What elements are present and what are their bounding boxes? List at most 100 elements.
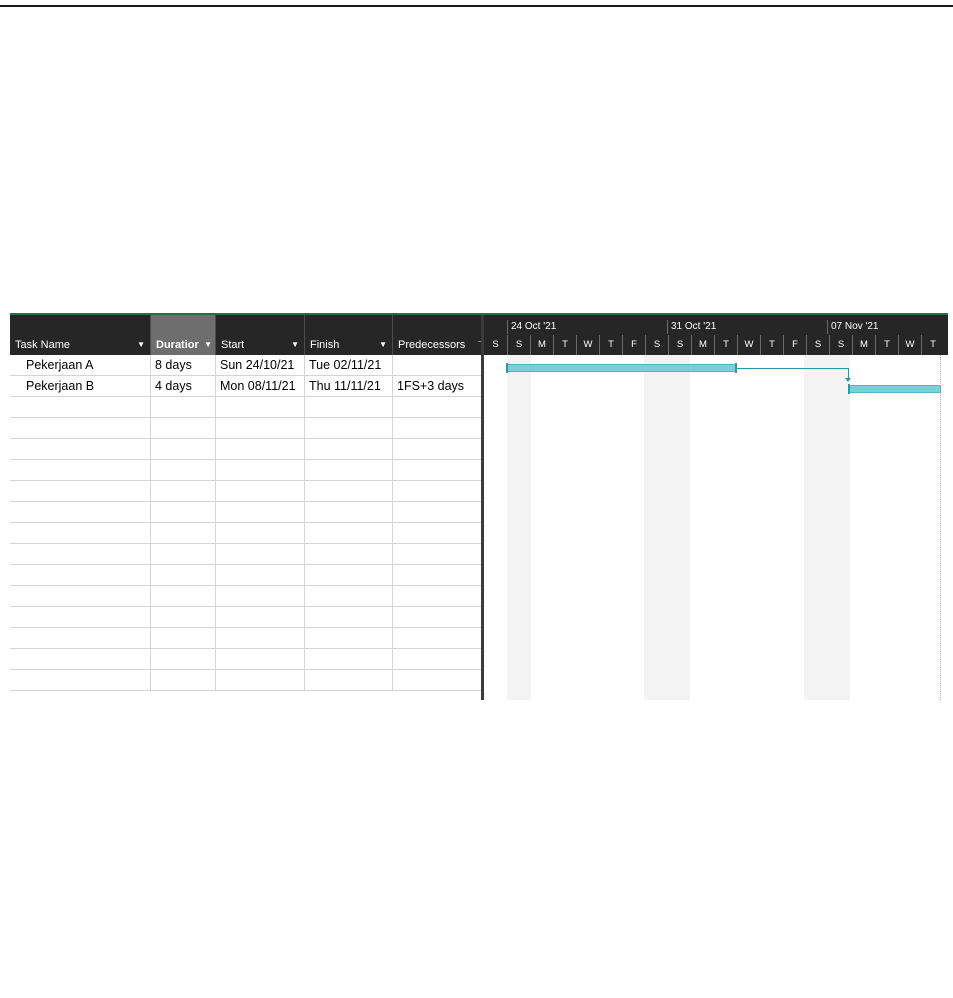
cell-start[interactable] xyxy=(216,481,305,501)
cell-duration[interactable]: 8 days xyxy=(151,355,216,375)
dependency-link[interactable] xyxy=(736,368,848,369)
table-row[interactable] xyxy=(10,670,481,691)
cell-finish[interactable] xyxy=(305,586,393,606)
cell-duration[interactable] xyxy=(151,670,216,690)
cell-start[interactable]: Sun 24/10/21 xyxy=(216,355,305,375)
cell-start[interactable] xyxy=(216,544,305,564)
cell-predecessors[interactable]: 1FS+3 days xyxy=(393,376,481,396)
cell-start[interactable] xyxy=(216,523,305,543)
cell-predecessors[interactable] xyxy=(393,355,481,375)
table-row[interactable]: Pekerjaan A8 days Sun 24/10/21 Tue 02/11/2… xyxy=(10,355,481,376)
cell-name[interactable] xyxy=(10,418,151,438)
cell-start[interactable] xyxy=(216,607,305,627)
cell-predecessors[interactable] xyxy=(393,481,481,501)
cell-name[interactable] xyxy=(10,607,151,627)
cell-duration[interactable] xyxy=(151,502,216,522)
cell-finish[interactable] xyxy=(305,397,393,417)
cell-finish[interactable] xyxy=(305,460,393,480)
table-row[interactable]: Pekerjaan B4 days Mon 08/11/21 Thu 11/11/2… xyxy=(10,376,481,397)
cell-start[interactable] xyxy=(216,439,305,459)
column-header-predecessors[interactable]: Predecessors xyxy=(393,315,481,355)
cell-finish[interactable]: Tue 02/11/21 xyxy=(305,355,393,375)
table-row[interactable] xyxy=(10,460,481,481)
table-row[interactable] xyxy=(10,502,481,523)
table-row[interactable] xyxy=(10,586,481,607)
cell-predecessors[interactable] xyxy=(393,439,481,459)
table-row[interactable] xyxy=(10,544,481,565)
task-bar-pekerjaan-b[interactable] xyxy=(849,385,941,393)
cell-name[interactable] xyxy=(10,628,151,648)
cell-duration[interactable] xyxy=(151,418,216,438)
cell-name[interactable]: Pekerjaan B xyxy=(10,376,151,396)
cell-finish[interactable] xyxy=(305,565,393,585)
table-row[interactable] xyxy=(10,523,481,544)
cell-duration[interactable] xyxy=(151,607,216,627)
cell-predecessors[interactable] xyxy=(393,586,481,606)
chevron-down-icon[interactable]: ▼ xyxy=(291,340,299,349)
table-row[interactable] xyxy=(10,439,481,460)
cell-duration[interactable]: 4 days xyxy=(151,376,216,396)
cell-finish[interactable] xyxy=(305,544,393,564)
cell-start[interactable] xyxy=(216,502,305,522)
cell-duration[interactable] xyxy=(151,460,216,480)
cell-predecessors[interactable] xyxy=(393,670,481,690)
cell-duration[interactable] xyxy=(151,565,216,585)
cell-predecessors[interactable] xyxy=(393,523,481,543)
cell-finish[interactable] xyxy=(305,502,393,522)
column-header-duration[interactable]: Duratior ▼ xyxy=(151,315,216,355)
cell-finish[interactable]: Thu 11/11/21 xyxy=(305,376,393,396)
cell-name[interactable]: Pekerjaan A xyxy=(10,355,151,375)
cell-name[interactable] xyxy=(10,523,151,543)
column-header-start[interactable]: Start ▼ xyxy=(216,315,305,355)
cell-name[interactable] xyxy=(10,586,151,606)
cell-predecessors[interactable] xyxy=(393,544,481,564)
cell-duration[interactable] xyxy=(151,523,216,543)
table-row[interactable] xyxy=(10,649,481,670)
cell-name[interactable] xyxy=(10,544,151,564)
cell-start[interactable] xyxy=(216,397,305,417)
cell-predecessors[interactable] xyxy=(393,460,481,480)
cell-name[interactable] xyxy=(10,397,151,417)
task-bar-pekerjaan-a[interactable] xyxy=(507,364,736,372)
cell-name[interactable] xyxy=(10,439,151,459)
cell-start[interactable] xyxy=(216,670,305,690)
cell-start[interactable]: Mon 08/11/21 xyxy=(216,376,305,396)
cell-duration[interactable] xyxy=(151,439,216,459)
cell-predecessors[interactable] xyxy=(393,418,481,438)
cell-predecessors[interactable] xyxy=(393,607,481,627)
cell-name[interactable] xyxy=(10,565,151,585)
cell-predecessors[interactable] xyxy=(393,565,481,585)
cell-name[interactable] xyxy=(10,670,151,690)
cell-finish[interactable] xyxy=(305,607,393,627)
cell-duration[interactable] xyxy=(151,649,216,669)
table-row[interactable] xyxy=(10,481,481,502)
cell-predecessors[interactable] xyxy=(393,397,481,417)
cell-start[interactable] xyxy=(216,586,305,606)
cell-name[interactable] xyxy=(10,481,151,501)
cell-duration[interactable] xyxy=(151,586,216,606)
cell-duration[interactable] xyxy=(151,628,216,648)
cell-name[interactable] xyxy=(10,649,151,669)
cell-predecessors[interactable] xyxy=(393,649,481,669)
cell-finish[interactable] xyxy=(305,670,393,690)
cell-finish[interactable] xyxy=(305,418,393,438)
cell-name[interactable] xyxy=(10,460,151,480)
cell-finish[interactable] xyxy=(305,439,393,459)
chevron-down-icon[interactable]: ▼ xyxy=(204,340,212,349)
cell-start[interactable] xyxy=(216,649,305,669)
cell-predecessors[interactable] xyxy=(393,628,481,648)
chevron-down-icon[interactable]: ▼ xyxy=(379,340,387,349)
cell-duration[interactable] xyxy=(151,481,216,501)
table-row[interactable] xyxy=(10,418,481,439)
table-row[interactable] xyxy=(10,607,481,628)
cell-finish[interactable] xyxy=(305,649,393,669)
table-row[interactable] xyxy=(10,397,481,418)
cell-start[interactable] xyxy=(216,460,305,480)
cell-name[interactable] xyxy=(10,502,151,522)
cell-start[interactable] xyxy=(216,418,305,438)
chevron-down-icon[interactable]: ▼ xyxy=(137,340,145,349)
column-header-finish[interactable]: Finish ▼ xyxy=(305,315,393,355)
table-row[interactable] xyxy=(10,628,481,649)
cell-finish[interactable] xyxy=(305,481,393,501)
cell-finish[interactable] xyxy=(305,523,393,543)
